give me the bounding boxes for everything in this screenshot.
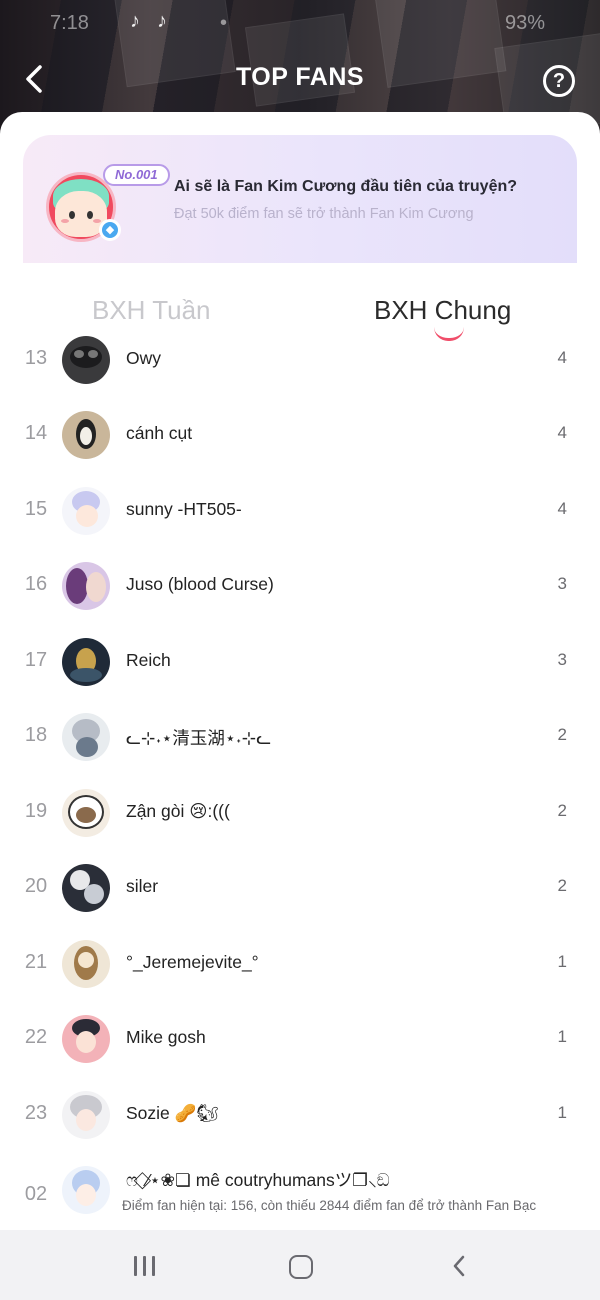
- list-item[interactable]: 21 °_Jeremejevite_° 1: [0, 926, 600, 1001]
- list-item[interactable]: 19 Zận gòi 😢:((( 2: [0, 775, 600, 850]
- fan-score: 3: [557, 574, 567, 593]
- battery-level: 93%: [504, 12, 545, 34]
- list-item[interactable]: 16 Juso (blood Curse) 3: [0, 548, 600, 623]
- avatar: [62, 1091, 110, 1139]
- list-item[interactable]: 18 ᓚ⊹˖⋆清玉湖⋆˖⊹ᓚ 2: [0, 699, 600, 774]
- avatar: [62, 1166, 110, 1214]
- status-bar: 7:18 ♪ ♪ • 93%: [0, 8, 600, 38]
- fan-name: ᓚ⊹˖⋆清玉湖⋆˖⊹ᓚ: [126, 728, 272, 748]
- rank-badge: No.001: [103, 164, 170, 186]
- avatar: [62, 1015, 110, 1063]
- fan-name: Mike gosh: [126, 1027, 206, 1047]
- help-button[interactable]: ?: [543, 65, 575, 97]
- notification-dot: •: [220, 12, 228, 34]
- avatar: [62, 789, 110, 837]
- tiktok-icon: ♪: [157, 10, 167, 32]
- list-item[interactable]: 23 Sozie 🥜🐿 1: [0, 1077, 600, 1152]
- chevron-left-icon: [453, 1255, 465, 1277]
- fan-score: 1: [557, 1027, 567, 1046]
- leaderboard-sheet: ◆ No.001 Ai sẽ là Fan Kim Cương đầu tiên…: [0, 112, 600, 1230]
- fan-score: 2: [557, 876, 567, 895]
- status-time: 7:18: [50, 12, 89, 34]
- fan-name: Zận gòi 😢:(((: [126, 801, 230, 821]
- banner-title: Ai sẽ là Fan Kim Cương đầu tiên của truy…: [174, 178, 518, 195]
- avatar: [62, 940, 110, 988]
- top-bar: TOP FANS ?: [0, 55, 600, 105]
- system-back-button[interactable]: [448, 1254, 472, 1278]
- fan-name: cánh cụt: [126, 423, 193, 443]
- fan-score: 2: [557, 801, 567, 820]
- list-item[interactable]: 20 siler 2: [0, 850, 600, 925]
- banner-subtitle: Đạt 50k điểm fan sẽ trở thành Fan Kim Cư…: [174, 206, 474, 222]
- fan-name: siler: [126, 876, 159, 896]
- current-user-row[interactable]: 02 ෆ ⃟⁄⋆❀❏ mê coutryhumansツ❐⸜ඞ Điểm fan …: [0, 1150, 600, 1230]
- system-nav-bar: [0, 1230, 600, 1300]
- avatar: [62, 336, 110, 384]
- page-title: TOP FANS: [235, 63, 365, 91]
- fan-name: Owy: [126, 348, 161, 368]
- fan-score: 1: [557, 952, 567, 971]
- home-button[interactable]: [289, 1255, 313, 1279]
- avatar: [62, 411, 110, 459]
- recents-button[interactable]: [134, 1256, 156, 1276]
- fan-score: 4: [557, 348, 567, 367]
- fan-name: Reich: [126, 650, 171, 670]
- question-mark-icon: ?: [552, 70, 566, 92]
- avatar: [62, 487, 110, 535]
- avatar: [62, 864, 110, 912]
- tiktok-icon: ♪: [130, 10, 140, 32]
- fan-progress-hint: Điểm fan hiện tại: 156, còn thiếu 2844 đ…: [122, 1198, 537, 1213]
- fan-score: 4: [557, 499, 567, 518]
- list-item[interactable]: 22 Mike gosh 1: [0, 1001, 600, 1076]
- list-item[interactable]: 15 sunny -HT505- 4: [0, 473, 600, 548]
- fan-name: ෆ ⃟⁄⋆❀❏ mê coutryhumansツ❐⸜ඞ: [126, 1170, 390, 1190]
- list-item[interactable]: 13 Owy 4: [0, 322, 600, 397]
- avatar: [62, 713, 110, 761]
- list-item[interactable]: 17 Reich 3: [0, 624, 600, 699]
- fan-name: °_Jeremejevite_°: [126, 952, 259, 972]
- avatar: [62, 638, 110, 686]
- fan-score: 4: [557, 423, 567, 442]
- diamond-icon: ◆: [99, 219, 121, 241]
- list-item[interactable]: 14 cánh cụt 4: [0, 397, 600, 472]
- fan-name: Sozie 🥜🐿: [126, 1103, 219, 1123]
- avatar: [62, 562, 110, 610]
- fan-score: 2: [557, 725, 567, 744]
- fan-score: 3: [557, 650, 567, 669]
- fan-name: Juso (blood Curse): [126, 574, 274, 594]
- diamond-fan-banner: ◆ No.001 Ai sẽ là Fan Kim Cương đầu tiên…: [23, 135, 577, 263]
- fan-score: 1: [557, 1103, 567, 1122]
- fan-name: sunny -HT505-: [126, 499, 242, 519]
